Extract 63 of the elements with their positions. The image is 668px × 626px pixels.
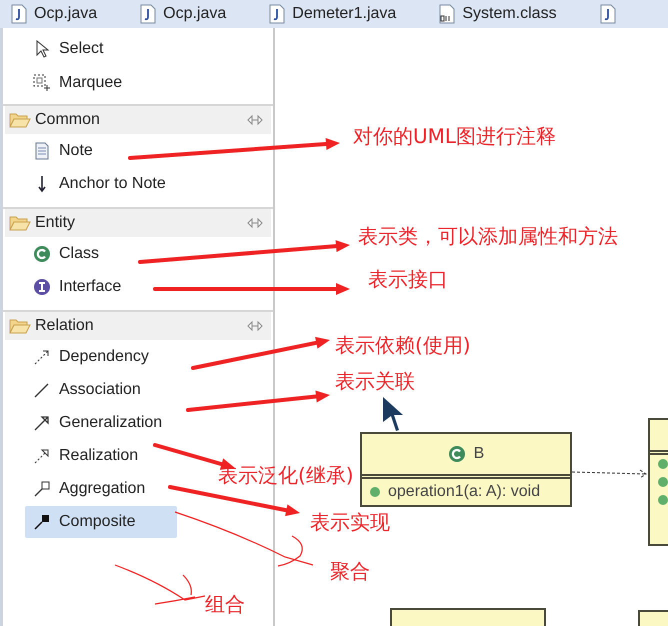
palette-item[interactable]: Interface [25,271,128,303]
editor-tab[interactable]: Ocp.java [10,4,98,24]
annotation-text: 表示关联 [335,368,415,395]
class-box[interactable]: B operation1(a: A): void [360,432,572,507]
annotation-text: 对你的UML图进行注释 [353,123,556,150]
palette-item[interactable]: Aggregation [25,473,152,505]
class-icon [448,445,466,463]
class-name: B [474,445,484,463]
hollow-diamond-line-icon [33,480,51,498]
interface-icon [33,278,51,296]
editor-tab[interactable]: Demeter1.java [268,4,396,24]
operation-dot-icon [658,495,668,505]
palette-item[interactable]: Composite [25,506,177,538]
java-file-icon [598,4,617,24]
collapse-icon[interactable] [247,320,263,332]
palette-item[interactable]: Association [25,374,147,406]
hollow-arrow-icon [33,414,51,432]
class-icon [33,245,51,263]
palette-item[interactable]: Dependency [25,341,155,373]
palette-item[interactable]: Realization [25,440,144,472]
operation-dot-icon [370,487,380,497]
operation-text: operation1(a: A): void [388,483,540,501]
annotation-text: 组合 [205,591,245,618]
annotation-text: 表示泛化(继承) [218,462,354,489]
palette-item[interactable]: Class [25,238,106,270]
palette-item[interactable]: Generalization [25,407,168,439]
palette-item[interactable]: Anchor to Note [25,168,172,200]
marquee-icon [33,74,51,92]
palette-tool[interactable]: Select [25,33,110,65]
editor-tab[interactable]: System.class [438,4,557,24]
group-title: Relation [35,317,95,335]
folder-icon [9,318,31,334]
collapse-icon[interactable] [247,114,263,126]
palette-group-header[interactable]: Entity [5,209,271,237]
collapse-icon[interactable] [247,217,263,229]
operation-dot-icon [658,459,668,469]
editor-tab[interactable]: Ocp.java [139,4,226,24]
group-title: Entity [35,214,76,232]
palette-group-header[interactable]: Common [5,106,271,134]
java-file-icon [10,4,28,24]
class-file-icon [438,4,456,24]
dependency-connector[interactable] [572,468,648,480]
editor-tab[interactable] [598,4,617,24]
filled-diamond-line-icon [33,513,51,531]
note-icon [33,142,51,160]
annotation-text: 聚合 [330,558,370,585]
annotation-text: 表示类，可以添加属性和方法 [358,223,618,250]
palette-item[interactable]: Note [25,135,99,167]
annotation-text: 表示依赖(使用) [335,332,471,359]
line-icon [33,381,51,399]
cursor-icon [382,396,404,432]
annotation-text: 表示实现 [310,509,390,536]
java-file-icon [139,4,158,24]
palette-tool[interactable]: Marquee [25,67,128,99]
dashed-arrow-icon [33,348,51,366]
palette-group-header[interactable]: Relation [5,312,271,340]
dashed-hollow-arrow-icon [33,447,51,465]
operation-dot-icon [658,477,668,487]
annotation-text: 表示接口 [368,266,448,293]
folder-icon [9,215,31,231]
group-title: Common [35,111,101,129]
folder-icon [9,112,31,128]
java-file-icon [268,4,286,24]
